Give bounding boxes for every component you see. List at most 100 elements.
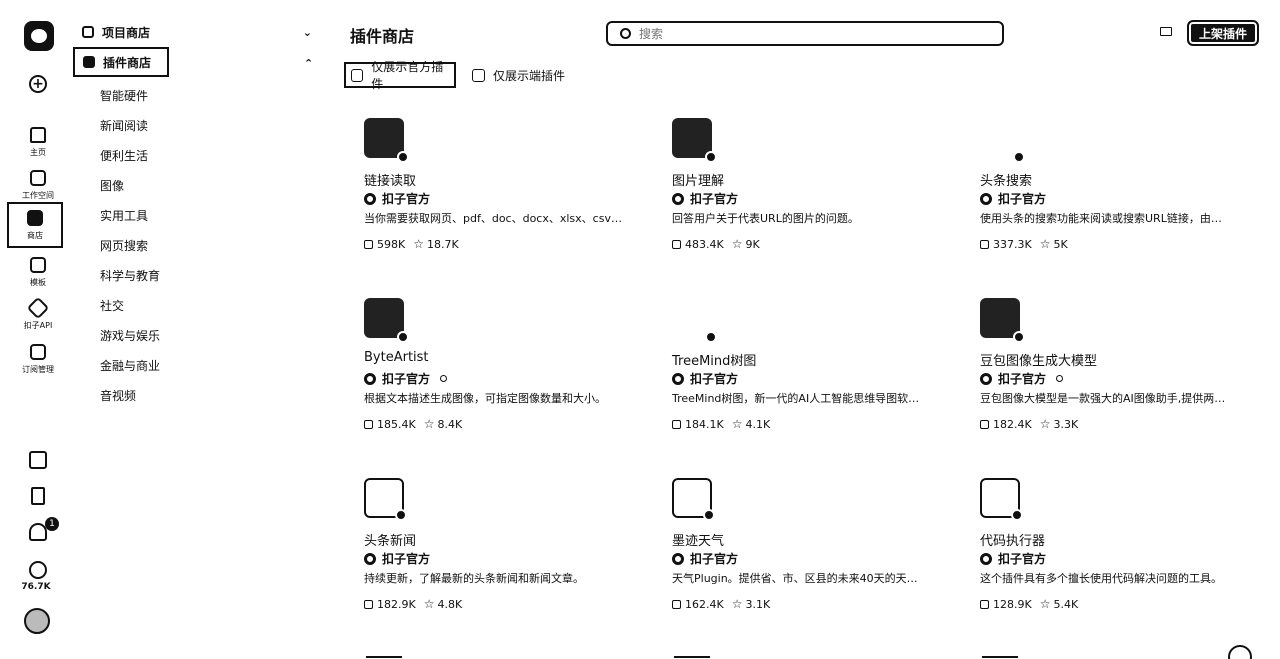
rail-api-label: 扣子API [23, 321, 53, 330]
plugin-stats: 598K ☆ 18.7K [364, 237, 459, 251]
next-card-edge [674, 656, 710, 658]
plugin-description: TreeMind树图，新一代的AI人工智能思维导图软… [672, 392, 920, 405]
project-store-group[interactable]: 项目商店 ⌄ [74, 17, 320, 47]
category-item[interactable]: 音视频 [100, 387, 136, 404]
plugin-card[interactable]: TreeMind树图 扣子官方 TreeMind树图，新一代的AI人工智能思维导… [672, 298, 952, 458]
category-item[interactable]: 图像 [100, 177, 124, 194]
plugin-card[interactable]: 头条新闻 扣子官方 持续更新，了解最新的头条新闻和新闻文章。 182.9K ☆ 4.… [364, 478, 644, 638]
category-item[interactable]: 便利生活 [100, 147, 148, 164]
mail-icon[interactable] [1160, 27, 1172, 36]
plugin-name: 图片理解 [672, 174, 725, 189]
plugin-author: 扣子官方 [672, 190, 738, 207]
plugin-description: 这个插件具有多个擅长使用代码解决问题的工具。 [980, 572, 1222, 585]
workspace-icon [30, 170, 46, 186]
usage-count: 184.1K [685, 417, 724, 431]
page-title: 插件商店 [350, 27, 415, 46]
plugin-stats: 182.4K ☆ 3.3K [980, 417, 1078, 431]
publish-plugin-button[interactable]: 上架插件 [1187, 20, 1259, 46]
project-store-label: 项目商店 [102, 25, 151, 40]
plugin-card[interactable]: 链接读取 扣子官方 当你需要获取网页、pdf、doc、docx、xlsx、csv… [364, 118, 644, 278]
usage-icon [672, 239, 681, 249]
plugin-name: 头条新闻 [364, 534, 417, 549]
category-item[interactable]: 智能硬件 [100, 87, 148, 104]
official-only-label: 仅展示官方插件 [371, 60, 444, 91]
verified-icon [440, 375, 448, 382]
home-icon [30, 127, 46, 143]
star-icon: ☆ [731, 237, 743, 251]
create-plus-icon[interactable]: + [29, 75, 47, 93]
usage-count: 128.9K [993, 597, 1032, 611]
category-item[interactable]: 实用工具 [100, 207, 148, 224]
next-card-edge [366, 656, 402, 658]
plugin-name: 代码执行器 [980, 534, 1046, 549]
official-only-checkbox[interactable] [351, 68, 364, 82]
search-input[interactable] [639, 26, 939, 41]
app-logo[interactable] [24, 21, 54, 51]
rail-workspace[interactable]: 工作空间 [12, 170, 64, 201]
star-count: 5.4K [1053, 597, 1079, 611]
rail-home[interactable]: 主页 [12, 127, 64, 158]
plugin-description: 豆包图像大模型是一款强大的AI图像助手,提供两… [980, 392, 1226, 405]
plugin-author: 扣子官方 [980, 550, 1046, 567]
plugin-description: 持续更新，了解最新的头条新闻和新闻文章。 [364, 572, 584, 585]
subscription-icon [30, 344, 46, 360]
user-avatar[interactable] [24, 608, 50, 634]
chevron-up-icon[interactable]: ⌃ [304, 57, 313, 70]
category-item[interactable]: 金融与商业 [100, 357, 160, 374]
apps-grid-icon[interactable] [29, 451, 47, 469]
plugin-stats: 483.4K ☆ 9K [672, 237, 760, 251]
rail-template[interactable]: 模板 [12, 257, 64, 288]
store-icon [27, 210, 43, 226]
star-count: 18.7K [426, 237, 459, 251]
plugin-card[interactable]: 头条搜索 扣子官方 使用头条的搜索功能来阅读或搜索URL链接，由… 337.3K… [980, 118, 1260, 278]
plugin-card[interactable]: 代码执行器 扣子官方 这个插件具有多个擅长使用代码解决问题的工具。 128.9K… [980, 478, 1260, 638]
app: + 主页 工作空间 商店 模板 扣子API 订阅管理 1 76.7K 项目商店 … [0, 0, 1280, 659]
client-only-filter[interactable]: 仅展示端插件 [472, 62, 565, 88]
search-bar[interactable] [606, 21, 1004, 46]
star-icon: ☆ [1039, 597, 1051, 611]
coin-icon[interactable] [29, 561, 47, 579]
assistant-float-button[interactable] [1228, 645, 1252, 659]
left-rail: + 主页 工作空间 商店 模板 扣子API 订阅管理 1 76.7K [0, 0, 70, 659]
plugin-stats: 162.4K ☆ 3.1K [672, 597, 770, 611]
category-item[interactable]: 科学与教育 [100, 267, 160, 284]
plugin-card[interactable]: 图片理解 扣子官方 回答用户关于代表URL的图片的问题。 483.4K ☆ 9K [672, 118, 952, 278]
official-only-filter[interactable]: 仅展示官方插件 [344, 60, 456, 91]
author-logo-icon [364, 372, 376, 385]
category-item[interactable]: 游戏与娱乐 [100, 327, 160, 344]
treemind-icon [672, 298, 717, 343]
plugin-card[interactable]: ByteArtist 扣子官方 根据文本描述生成图像，可指定图像数量和大小。 1… [364, 298, 644, 458]
star-count: 8.4K [437, 417, 463, 431]
rail-store[interactable]: 商店 [7, 202, 63, 248]
notification-badge: 1 [45, 517, 59, 531]
plugin-name: 链接读取 [364, 174, 417, 189]
plugin-author: 扣子官方 [364, 550, 430, 567]
plugin-description: 使用头条的搜索功能来阅读或搜索URL链接，由… [980, 212, 1222, 225]
category-item[interactable]: 社交 [100, 297, 124, 314]
search-icon [620, 28, 631, 39]
plugin-description: 根据文本描述生成图像，可指定图像数量和大小。 [364, 392, 606, 405]
plugin-stats: 182.9K ☆ 4.8K [364, 597, 462, 611]
star-icon: ☆ [1039, 417, 1051, 431]
plugin-card[interactable]: 墨迹天气 扣子官方 天气Plugin。提供省、市、区县的未来40天的天… 162… [672, 478, 952, 638]
rail-template-label: 模板 [30, 278, 46, 287]
author-logo-icon [364, 552, 376, 565]
plugin-name: ByteArtist [364, 350, 429, 365]
rail-home-label: 主页 [30, 148, 46, 157]
image-understanding-icon [672, 118, 717, 163]
author-logo-icon [672, 552, 684, 565]
usage-icon [364, 599, 373, 609]
plugin-author: 扣子官方 [364, 370, 448, 387]
template-icon [30, 257, 46, 273]
category-item[interactable]: 网页搜索 [100, 237, 148, 254]
docs-icon[interactable] [31, 487, 45, 505]
plugin-name: 墨迹天气 [672, 534, 725, 549]
rail-api[interactable]: 扣子API [12, 296, 64, 331]
usage-count: 162.4K [685, 597, 724, 611]
client-only-checkbox[interactable] [472, 68, 485, 82]
toutiao-search-icon [980, 118, 1025, 163]
category-item[interactable]: 新闻阅读 [100, 117, 148, 134]
rail-subscription[interactable]: 订阅管理 [12, 344, 64, 375]
plugin-card[interactable]: 豆包图像生成大模型 扣子官方 豆包图像大模型是一款强大的AI图像助手,提供两… … [980, 298, 1260, 458]
plugin-store-group[interactable]: 插件商店 [73, 47, 169, 77]
